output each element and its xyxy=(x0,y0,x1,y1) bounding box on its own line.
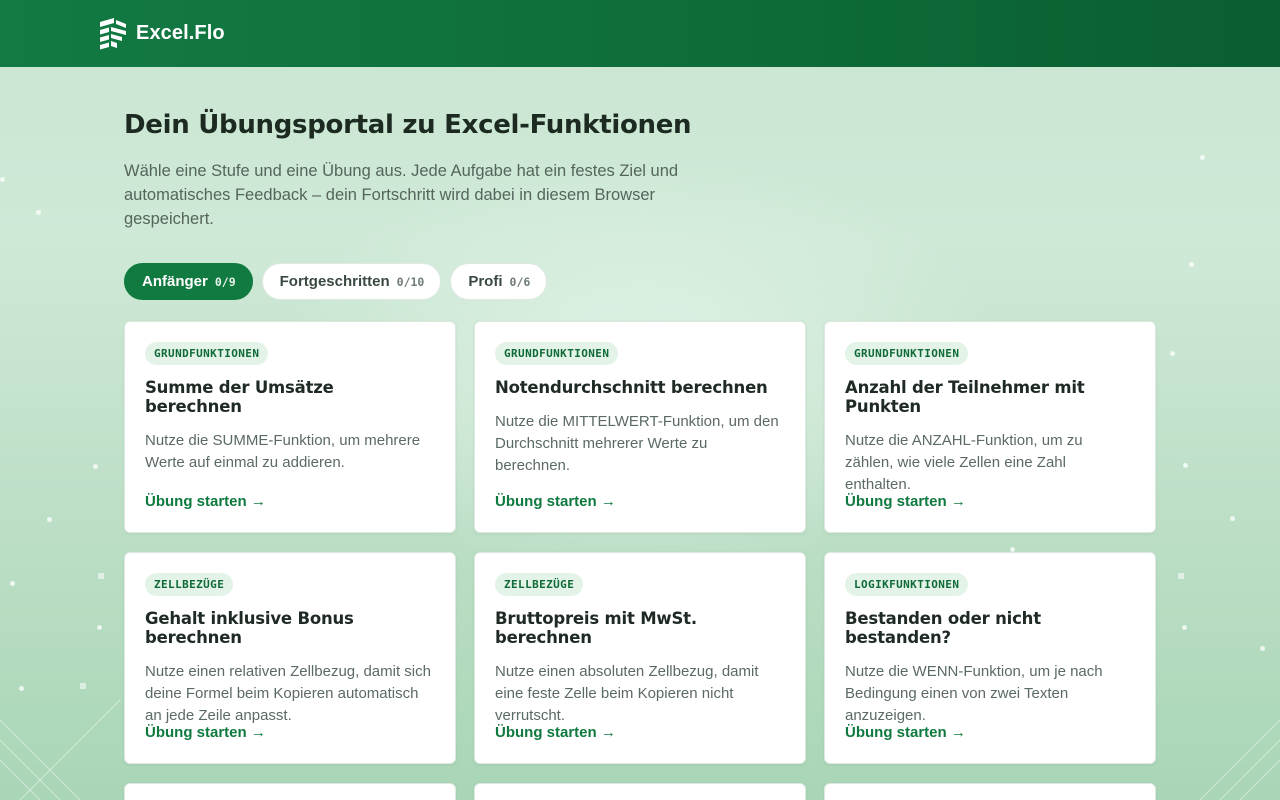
exercise-title: Gehalt inklusive Bonus berechnen xyxy=(145,609,354,647)
exercise-grid: GRUNDFUNKTIONEN Summe der Umsätze berech… xyxy=(124,321,1156,800)
tab-progress-count: 0/6 xyxy=(509,274,531,289)
brand-home-link[interactable]: Excel.Flo xyxy=(100,17,225,50)
tab-anfaenger[interactable]: Anfänger 0/9 xyxy=(124,263,253,300)
level-tabs: Anfänger 0/9 Fortgeschritten 0/10 Profi … xyxy=(124,263,1156,300)
start-exercise-link[interactable]: Übung starten → xyxy=(495,493,616,510)
exercise-title: Summe der Umsätze berechnen xyxy=(145,378,334,416)
tab-fortgeschritten[interactable]: Fortgeschritten 0/10 xyxy=(261,263,442,300)
exercise-card: GRUNDFUNKTIONEN Notendurchschnitt berech… xyxy=(474,321,806,533)
tab-progress-count: 0/9 xyxy=(214,274,236,289)
exercise-title: Bestanden oder nicht bestanden? xyxy=(845,609,1041,647)
category-badge: GRUNDFUNKTIONEN xyxy=(845,342,969,365)
tab-progress-count: 0/10 xyxy=(396,274,425,289)
exercise-description: Nutze die WENN-Funktion, um je nach Bedi… xyxy=(845,663,1103,724)
exercise-title: Anzahl der Teilnehmer mit Punkten xyxy=(845,378,1085,416)
exercise-description: Nutze einen absoluten Zellbezug, damit e… xyxy=(495,663,759,724)
brand-name: Excel.Flo xyxy=(136,22,225,44)
start-exercise-link[interactable]: Übung starten → xyxy=(145,493,266,510)
tab-label: Fortgeschritten xyxy=(279,273,390,290)
exercise-card: GRUNDFUNKTIONEN Summe der Umsätze berech… xyxy=(124,321,456,533)
start-exercise-link[interactable]: Übung starten → xyxy=(495,724,616,741)
page-intro: Wähle eine Stufe und eine Übung aus. Jed… xyxy=(124,162,679,228)
exercise-card: GRUNDFUNKTIONEN Anzahl der Teilnehmer mi… xyxy=(824,321,1156,533)
category-badge: LOGIKFUNKTIONEN xyxy=(845,573,969,596)
exercise-card-partial[interactable] xyxy=(124,783,456,800)
exercise-description: Nutze einen relativen Zellbezug, damit s… xyxy=(145,663,431,724)
exercise-card-partial[interactable] xyxy=(474,783,806,800)
exercise-description: Nutze die MITTELWERT-Funktion, um den Du… xyxy=(495,413,779,474)
excelflo-logo-icon xyxy=(100,17,126,49)
top-header: Excel.Flo xyxy=(0,0,1280,67)
tab-label: Profi xyxy=(468,273,503,290)
tab-profi[interactable]: Profi 0/6 xyxy=(450,263,548,300)
page-title: Dein Übungsportal zu Excel-Funktionen xyxy=(124,110,692,140)
category-badge: GRUNDFUNKTIONEN xyxy=(145,342,269,365)
category-badge: ZELLBEZÜGE xyxy=(145,573,234,596)
category-badge: ZELLBEZÜGE xyxy=(495,573,584,596)
exercise-description: Nutze die ANZAHL-Funktion, um zu zählen,… xyxy=(845,432,1083,493)
exercise-title: Bruttopreis mit MwSt. berechnen xyxy=(495,609,697,647)
exercise-title: Notendurchschnitt berechnen xyxy=(495,378,768,397)
exercise-description: Nutze die SUMME-Funktion, um mehrere Wer… xyxy=(145,432,421,471)
exercise-card: LOGIKFUNKTIONEN Bestanden oder nicht bes… xyxy=(824,552,1156,764)
exercise-card: ZELLBEZÜGE Gehalt inklusive Bonus berech… xyxy=(124,552,456,764)
category-badge: GRUNDFUNKTIONEN xyxy=(495,342,619,365)
start-exercise-link[interactable]: Übung starten → xyxy=(845,493,966,510)
start-exercise-link[interactable]: Übung starten → xyxy=(145,724,266,741)
main-content: Dein Übungsportal zu Excel-Funktionen Wä… xyxy=(124,67,1156,800)
tab-label: Anfänger xyxy=(142,273,208,290)
start-exercise-link[interactable]: Übung starten → xyxy=(845,724,966,741)
exercise-card: ZELLBEZÜGE Bruttopreis mit MwSt. berechn… xyxy=(474,552,806,764)
exercise-card-partial[interactable] xyxy=(824,783,1156,800)
